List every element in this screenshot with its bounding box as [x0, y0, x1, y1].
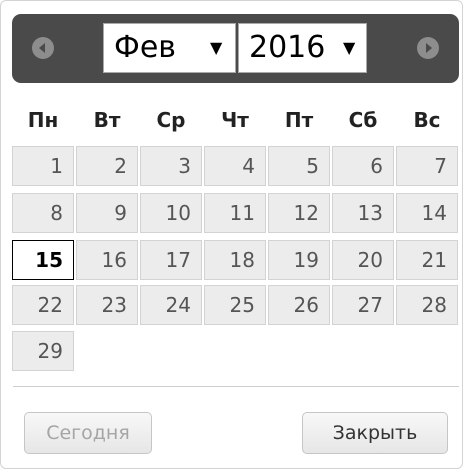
- weekday-header: Вт: [93, 108, 121, 132]
- day-cell[interactable]: 18: [204, 240, 266, 280]
- day-cell[interactable]: 20: [332, 240, 394, 280]
- day-cell[interactable]: 9: [76, 193, 138, 233]
- day-cell-today[interactable]: 15: [12, 240, 74, 280]
- day-cell[interactable]: 24: [140, 285, 202, 325]
- day-cell[interactable]: 7: [396, 146, 458, 186]
- day-cell[interactable]: 1: [12, 146, 74, 186]
- weekday-header: Чт: [221, 108, 249, 132]
- day-cell[interactable]: 25: [204, 285, 266, 325]
- day-cell[interactable]: 11: [204, 193, 266, 233]
- weekday-header: Сб: [348, 108, 378, 132]
- year-select[interactable]: 2016 ▼: [238, 23, 367, 73]
- day-cell[interactable]: 14: [396, 193, 458, 233]
- month-value: Фев: [114, 30, 176, 65]
- chevron-down-icon: ▼: [343, 38, 356, 57]
- day-cell[interactable]: 5: [268, 146, 330, 186]
- day-cell[interactable]: 10: [140, 193, 202, 233]
- datepicker: Фев ▼ 2016 ▼ Пн Вт Ср Чт Пт Сб Вс 1 2 3 …: [0, 0, 463, 469]
- day-cell[interactable]: 28: [396, 285, 458, 325]
- day-cell[interactable]: 21: [396, 240, 458, 280]
- day-cell[interactable]: 29: [12, 331, 74, 371]
- day-cell[interactable]: 22: [12, 285, 74, 325]
- weekday-header: Пн: [27, 108, 59, 132]
- day-cell[interactable]: 2: [76, 146, 138, 186]
- day-cell[interactable]: 12: [268, 193, 330, 233]
- datepicker-header: Фев ▼ 2016 ▼: [12, 14, 459, 83]
- day-cell[interactable]: 8: [12, 193, 74, 233]
- footer-divider: [13, 386, 459, 387]
- day-cell[interactable]: 6: [332, 146, 394, 186]
- day-cell[interactable]: 17: [140, 240, 202, 280]
- day-cell[interactable]: 13: [332, 193, 394, 233]
- day-cell[interactable]: 3: [140, 146, 202, 186]
- day-cell[interactable]: 23: [76, 285, 138, 325]
- day-cell[interactable]: 26: [268, 285, 330, 325]
- day-cell[interactable]: 16: [76, 240, 138, 280]
- today-button[interactable]: Сегодня: [24, 412, 152, 454]
- year-value: 2016: [249, 30, 326, 65]
- day-cell[interactable]: 19: [268, 240, 330, 280]
- day-cell[interactable]: 27: [332, 285, 394, 325]
- chevron-down-icon: ▼: [210, 38, 223, 57]
- close-button[interactable]: Закрыть: [302, 412, 448, 454]
- right-arrow-icon: [426, 43, 432, 53]
- month-select[interactable]: Фев ▼: [103, 23, 236, 73]
- prev-month-button[interactable]: [32, 37, 54, 59]
- weekday-header: Ср: [156, 108, 186, 132]
- next-month-button[interactable]: [417, 37, 439, 59]
- day-cell[interactable]: 4: [204, 146, 266, 186]
- left-arrow-icon: [39, 43, 45, 53]
- weekday-header: Пт: [284, 108, 314, 132]
- weekday-header: Вс: [413, 108, 441, 132]
